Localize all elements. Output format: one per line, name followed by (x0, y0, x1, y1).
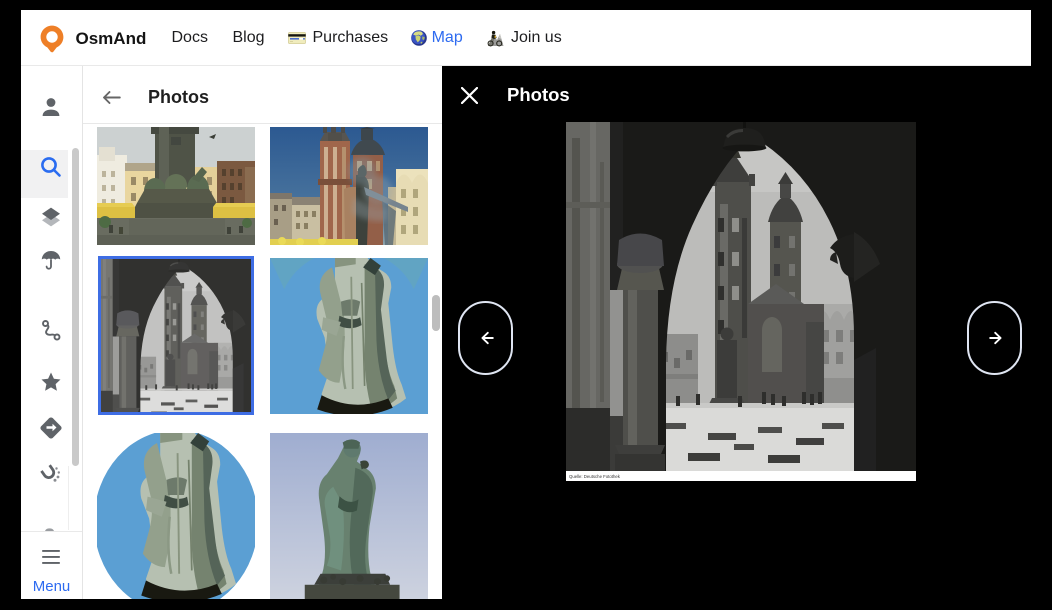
svg-text:Quelle: Deutsche Fotothek: Quelle: Deutsche Fotothek (569, 474, 621, 479)
